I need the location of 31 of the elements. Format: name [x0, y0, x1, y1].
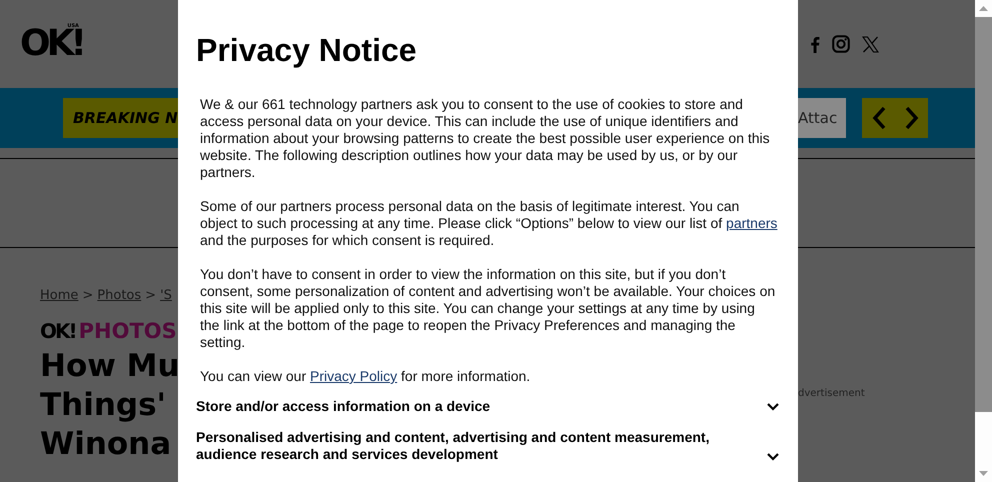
policy-link[interactable]: Privacy Policy: [310, 368, 398, 384]
breadcrumb-separator: >: [82, 288, 94, 303]
chevron-left-icon: [872, 106, 886, 130]
instagram-icon[interactable]: [832, 35, 850, 53]
modal-title: Privacy Notice: [196, 31, 418, 69]
purpose-toggle[interactable]: Store and/or access information on a device: [196, 398, 736, 415]
next-button[interactable]: [904, 106, 918, 130]
notice-paragraph: Some of our partners process personal data on the basis of legitimate interest. You can object to such processing at any time. Please click “Options” below to view our list of partners and the purposes for which consent is required.: [200, 198, 778, 249]
partners-link[interactable]: partners: [726, 215, 778, 231]
scrollbar-thumb[interactable]: [975, 17, 992, 412]
purpose-toggle[interactable]: Personalised advertising and content, advertising and content measurement, audience research and services development: [196, 429, 736, 463]
breadcrumb-link[interactable]: Home: [40, 288, 78, 303]
breadcrumb-link[interactable]: 'S: [160, 288, 172, 303]
scroll-up-icon[interactable]: [979, 6, 988, 11]
previous-button[interactable]: [872, 106, 886, 130]
advertisement-label: dvertisement: [798, 388, 866, 399]
notice-paragraph: You don’t have to consent in order to view the information on this site, but if you don’t consent, some personalization of content and advertising won’t be available. Your choices on this site will be applied only to this site. You can change your settings at any time by using the link at the bottom of the page to reopen the Privacy Preferences and managing the setting.: [200, 266, 776, 351]
notice-paragraph: We & our 661 technology partners ask you to consent to the use of cookies to store and access personal data on your device. This can include the use of unique identifiers and information about your browsing patterns to create the best possible user experience on this website. The following description outlines how your data may be used by us, or by our partners.: [200, 96, 771, 181]
notice-paragraph: You can view our Privacy Policy for more information.: [200, 368, 532, 385]
breaking-news-label: BREAKING N: [63, 98, 178, 138]
chevron-down-icon[interactable]: [767, 453, 779, 461]
chevron-down-icon[interactable]: [767, 402, 779, 410]
article-headline: How Mu Things' Winona: [40, 347, 178, 464]
scroll-down-icon[interactable]: [979, 471, 988, 476]
ticker-headline[interactable]: Attac: [798, 98, 846, 138]
x-icon[interactable]: [862, 36, 879, 52]
breadcrumb-separator: >: [145, 288, 156, 303]
section-logo: OK!: [40, 319, 76, 343]
breadcrumb-link[interactable]: Photos: [97, 288, 142, 303]
facebook-icon[interactable]: [810, 36, 820, 52]
chevron-right-icon: [904, 106, 918, 130]
